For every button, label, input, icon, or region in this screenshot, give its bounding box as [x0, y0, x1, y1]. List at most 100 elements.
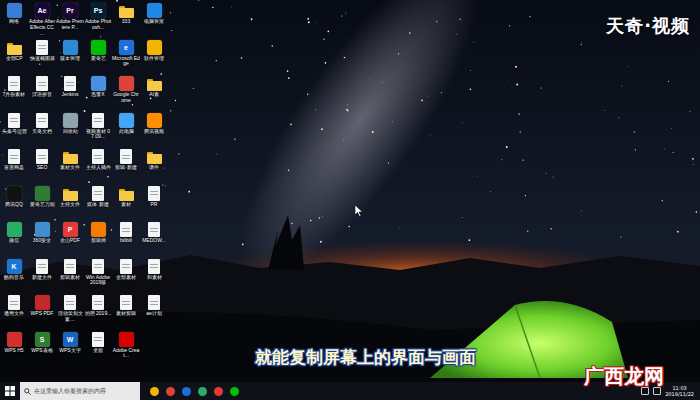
desktop-icon[interactable]: 素材 — [112, 186, 140, 223]
icon-label: 360安全 — [28, 238, 56, 244]
desktop-icon[interactable]: 汉语拼音 — [28, 76, 56, 113]
desktop-icon[interactable]: 微信 — [0, 222, 28, 259]
desktop-icon[interactable]: bilibili — [112, 222, 140, 259]
desktop-icon[interactable]: 新建文件 — [28, 259, 56, 296]
desktop-icon[interactable]: 7月份素材 — [0, 76, 28, 113]
desktop-icon[interactable]: 主持文件 — [56, 186, 84, 223]
desktop-icon[interactable]: 桌面 — [84, 332, 112, 369]
desktop-icon[interactable]: 腾讯视频 — [140, 113, 168, 150]
star — [692, 164, 694, 166]
desktop-icon[interactable]: PR — [140, 186, 168, 223]
icon-label: Microsoft Edge — [112, 56, 140, 68]
star — [328, 30, 330, 32]
desktop-icon[interactable]: AI素 — [140, 76, 168, 113]
taskbar-app-icon[interactable] — [182, 387, 191, 396]
volume-icon[interactable] — [653, 387, 661, 395]
desktop-icon[interactable]: PsAdobe Photosh... — [84, 3, 112, 40]
desktop-icon[interactable]: 全部CP — [0, 40, 28, 77]
taskbar-app-icon[interactable] — [198, 387, 207, 396]
star — [527, 231, 528, 232]
desktop-icon[interactable]: WWPS文字 — [56, 332, 84, 369]
desktop-icon[interactable]: 此电脑 — [112, 113, 140, 150]
star — [171, 30, 172, 31]
desktop-icon[interactable]: 素材文件 — [56, 149, 84, 186]
star — [673, 152, 674, 153]
desktop-icon[interactable]: 迅雷X — [84, 76, 112, 113]
desktop-icon[interactable]: SEO — [28, 149, 56, 186]
desktop-icon[interactable]: SWPS表格 — [28, 332, 56, 369]
desktop-icon[interactable]: 素材剪辑 — [112, 295, 140, 332]
desktop-icon[interactable]: Adobe Creat... — [112, 332, 140, 369]
desktop-icon[interactable]: AeAdobe After Effects CC ... — [28, 3, 56, 40]
clock[interactable]: 11:032019/11/22 — [665, 385, 694, 397]
star — [307, 94, 308, 95]
desktop-icon[interactable]: 剪辑·新建 — [112, 149, 140, 186]
app-icon: Ps — [91, 3, 106, 18]
desktop-icon[interactable]: Jenkins — [56, 76, 84, 113]
icon-label: 活动策划文案... — [56, 311, 84, 323]
desktop-icon[interactable]: 主持人稿件 — [84, 149, 112, 186]
desktop-icon[interactable]: 和素材 — [140, 259, 168, 296]
desktop-icon[interactable]: 回收站 — [56, 113, 84, 150]
document-icon — [92, 149, 104, 164]
taskbar-app-icon[interactable] — [214, 387, 223, 396]
taskbar-app-icon[interactable] — [166, 387, 175, 396]
app-icon: Pr — [63, 3, 78, 18]
icon-label: 版本管理 — [56, 56, 84, 62]
desktop-icon[interactable]: 活动策划文案... — [56, 295, 84, 332]
desktop-icon[interactable]: 333 — [112, 3, 140, 40]
desktop-icon[interactable]: 剪辑师 — [84, 222, 112, 259]
icon-label: 新建文件 — [28, 275, 56, 281]
taskbar-app-icon[interactable] — [230, 387, 239, 396]
trees — [268, 215, 304, 270]
start-button[interactable] — [0, 386, 20, 396]
desktop-icon[interactable]: 软件管理 — [140, 40, 168, 77]
desktop-icon[interactable]: 快速截图器 — [28, 40, 56, 77]
desktop-icon[interactable]: Google Chrome — [112, 76, 140, 113]
star — [19, 133, 21, 135]
desktop-icon[interactable]: WPS H5 — [0, 332, 28, 369]
document-icon — [120, 295, 132, 310]
desktop-icon[interactable]: eMicrosoft Edge — [112, 40, 140, 77]
desktop-icon[interactable]: 通用文件 — [0, 295, 28, 332]
star — [212, 7, 213, 8]
star — [382, 82, 384, 84]
desktop-icon[interactable]: ae计划 — [140, 295, 168, 332]
desktop-icon[interactable]: Win Adobe 2019版 — [84, 259, 112, 296]
desktop-icon[interactable]: PrAdobe Premiere P... — [56, 3, 84, 40]
desktop-icon[interactable]: MEDOW... — [140, 222, 168, 259]
document-icon — [8, 113, 20, 128]
desktop-icon[interactable]: 爱奇艺 — [84, 40, 112, 77]
star — [59, 40, 60, 41]
desktop-icon[interactable]: 头条号运营 — [0, 113, 28, 150]
desktop-icon[interactable]: 版本管理 — [56, 40, 84, 77]
desktop-icon[interactable]: K酷狗音乐 — [0, 259, 28, 296]
taskbar-app-icon[interactable] — [150, 387, 159, 396]
search-box[interactable]: 在这里输入你要搜索的内容 — [20, 382, 140, 400]
desktop-icon[interactable]: 百度网盘 — [0, 149, 28, 186]
desktop-icon[interactable]: 360安全 — [28, 222, 56, 259]
star — [436, 21, 437, 22]
desktop-icon[interactable]: 网络 — [0, 3, 28, 40]
desktop-icon[interactable]: 媒体 新建 — [84, 186, 112, 223]
desktop-icon[interactable]: WPS PDF — [28, 295, 56, 332]
network-icon[interactable] — [641, 387, 649, 395]
desktop-icon[interactable]: 全部素材 — [112, 259, 140, 296]
desktop-icon[interactable]: 拍照 2019... — [84, 295, 112, 332]
desktop-icon[interactable]: 课件 — [140, 149, 168, 186]
desktop-icon[interactable]: 剪辑素材 — [56, 259, 84, 296]
desktop-icon[interactable]: 爱奇艺万能 — [28, 186, 56, 223]
app-icon — [7, 222, 22, 237]
star — [409, 32, 411, 34]
desktop-icon[interactable]: 天奇文档 — [28, 113, 56, 150]
desktop-icon[interactable]: 电脑管家 — [140, 3, 168, 40]
icon-label: WPS H5 — [0, 348, 28, 354]
app-icon: e — [119, 40, 134, 55]
star — [288, 169, 290, 171]
star — [241, 57, 243, 59]
desktop-icon[interactable]: 视频素材 07.09... — [84, 113, 112, 150]
desktop-icon[interactable]: P金山PDF — [56, 222, 84, 259]
star — [107, 176, 109, 178]
desktop-icon[interactable]: 腾讯QQ — [0, 186, 28, 223]
icon-label: 媒体 新建 — [84, 202, 112, 208]
